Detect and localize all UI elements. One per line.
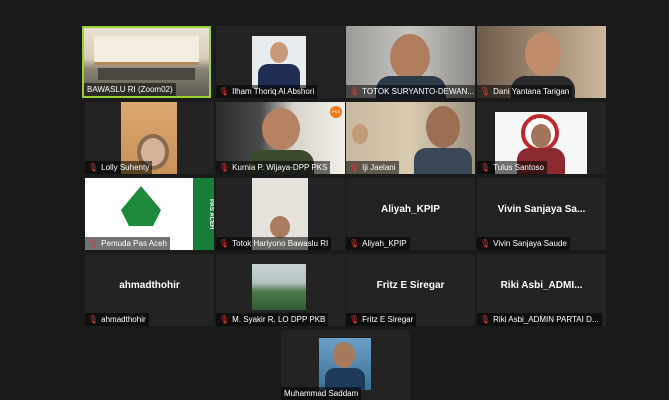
- muted-mic-icon: 🎙: [88, 163, 99, 172]
- person-head: [390, 34, 430, 80]
- participant-name-label: 🎙 M. Syakir R. LO DPP PKB: [216, 313, 329, 326]
- participant-tile-riki[interactable]: Riki Asbi_ADMI... 🎙 Riki Asbi_ADMIN PARTA…: [477, 254, 606, 326]
- participant-tile-vivin[interactable]: Vivin Sanjaya Sa... 🎙 Vivin Sanjaya Saude: [477, 178, 606, 250]
- person-head: [531, 124, 551, 148]
- participant-tile-saddam[interactable]: Muhammad Saddam: [281, 330, 410, 400]
- participant-tile-aliyah[interactable]: Aliyah_KPIP 🎙 Aliyah_KPIP: [346, 178, 475, 250]
- participant-display-name: Vivin Sanjaya Sa...: [497, 204, 586, 215]
- participant-tile-dani[interactable]: 🎙 Dani Yantana Tarigan: [477, 26, 606, 98]
- muted-mic-icon: 🎙: [480, 163, 491, 172]
- muted-mic-icon: 🎙: [480, 239, 491, 248]
- muted-mic-icon: 🎙: [480, 315, 491, 324]
- muted-mic-icon: 🎙: [349, 315, 360, 324]
- participant-name-label: 🎙 ahmadthohir: [85, 313, 149, 326]
- participant-name-label: 🎙 Ilham Thoriq Al Abshori: [216, 85, 318, 98]
- video-feed-landscape: [252, 264, 306, 310]
- muted-mic-icon: 🎙: [480, 87, 491, 96]
- participant-display-name: Fritz E Siregar: [376, 280, 445, 291]
- muted-mic-icon: 🎙: [219, 239, 230, 248]
- participant-tile-fritz[interactable]: Fritz E Siregar 🎙 Fritz E Siregar: [346, 254, 475, 326]
- pks-logo: PKS: [330, 106, 342, 118]
- person-head: [525, 32, 561, 76]
- muted-mic-icon: 🎙: [219, 315, 230, 324]
- person-head: [333, 342, 355, 368]
- person-head: [426, 106, 460, 148]
- participant-tile-bawaslu[interactable]: BAWASLU RI (Zoom02): [82, 26, 211, 98]
- muted-mic-icon: 🎙: [349, 87, 360, 96]
- participant-name-label: 🎙 Fritz E Siregar: [346, 313, 417, 326]
- muted-mic-icon: 🎙: [219, 87, 230, 96]
- participant-tile-totok-s[interactable]: 🎙 TOTOK SURYANTO-DEWAN...: [346, 26, 475, 98]
- person-head: [262, 108, 300, 150]
- person-shirt: [414, 148, 472, 174]
- participant-name-label: 🎙 Lolly Suhenty: [85, 161, 153, 174]
- room-table: [98, 68, 195, 80]
- muted-mic-icon: 🎙: [88, 239, 99, 248]
- participant-name-label: BAWASLU RI (Zoom02): [84, 83, 176, 96]
- muted-mic-icon: 🎙: [349, 239, 360, 248]
- participant-name-label: 🎙 Riki Asbi_ADMIN PARTAI D...: [477, 313, 602, 326]
- participant-tile-pemuda-pas-aceh[interactable]: PAS ACEH 🎙 Pemuda Pas Aceh: [85, 178, 214, 250]
- participant-tile-kurnia[interactable]: PKS 🎙 Kurnia P. Wijaya-DPP PKS: [216, 102, 345, 174]
- participant-name-label: 🎙 Totok Hariyono Bawaslu RI: [216, 237, 332, 250]
- participant-name-label: 🎙 Pemuda Pas Aceh: [85, 237, 170, 250]
- person-head-left: [352, 124, 368, 144]
- muted-mic-icon: 🎙: [88, 315, 99, 324]
- room-back-wall: [94, 36, 199, 65]
- participant-display-name: Aliyah_KPIP: [381, 204, 440, 215]
- participant-tile-syakir[interactable]: 🎙 M. Syakir R. LO DPP PKB: [216, 254, 345, 326]
- participant-name-label: 🎙 Tulus Santoso: [477, 161, 547, 174]
- participant-name-label: 🎙 Kurnia P. Wijaya-DPP PKS: [216, 161, 331, 174]
- muted-mic-icon: 🎙: [219, 163, 230, 172]
- participant-tile-lolly[interactable]: 🎙 Lolly Suhenty: [85, 102, 214, 174]
- participant-name-label: 🎙 Dani Yantana Tarigan: [477, 85, 573, 98]
- participant-name-label: 🎙 Aliyah_KPIP: [346, 237, 410, 250]
- participant-tile-totok-h[interactable]: 🎙 Totok Hariyono Bawaslu RI: [216, 178, 345, 250]
- person-head: [270, 216, 290, 238]
- participant-name-label: Muhammad Saddam: [281, 387, 362, 400]
- participant-tile-tulus[interactable]: 🎙 Tulus Santoso: [477, 102, 606, 174]
- participant-tile-ahmadthohir[interactable]: ahmadthohir 🎙 ahmadthohir: [85, 254, 214, 326]
- participant-name-label: 🎙 Vivin Sanjaya Saude: [477, 237, 570, 250]
- participant-display-name: ahmadthohir: [119, 280, 180, 291]
- participant-tile-ilham[interactable]: 🎙 Ilham Thoriq Al Abshori: [216, 26, 345, 98]
- pas-aceh-side-stripe: PAS ACEH: [193, 178, 214, 250]
- participant-name-label: 🎙 Iji Jaelani: [346, 161, 399, 174]
- muted-mic-icon: 🎙: [349, 163, 360, 172]
- participant-display-name: Riki Asbi_ADMI...: [500, 280, 583, 291]
- person-head: [270, 42, 288, 63]
- participant-tile-iji[interactable]: 🎙 Iji Jaelani: [346, 102, 475, 174]
- participant-name-label: 🎙 TOTOK SURYANTO-DEWAN...: [346, 85, 475, 98]
